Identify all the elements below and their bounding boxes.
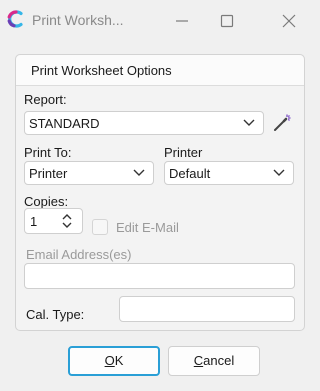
print-to-label: Print To: [24, 145, 72, 160]
minimize-button[interactable] [169, 8, 195, 34]
cal-type-label: Cal. Type: [26, 307, 85, 322]
print-to-select[interactable]: Printer [24, 161, 154, 185]
email-label: Email Address(es) [26, 247, 132, 262]
maximize-icon [220, 14, 234, 28]
app-logo-icon [7, 10, 23, 28]
print-to-value: Printer [29, 166, 68, 181]
report-select[interactable]: STANDARD [24, 111, 264, 135]
close-button[interactable] [276, 8, 302, 34]
report-label: Report: [24, 92, 67, 107]
group-title: Print Worksheet Options [31, 63, 172, 78]
maximize-button[interactable] [214, 8, 240, 34]
ok-label-rest: K [114, 353, 124, 368]
chevron-down-icon [243, 119, 255, 126]
minimize-icon [176, 20, 188, 22]
printer-label: Printer [164, 145, 203, 160]
edit-email-label: Edit E-Mail [116, 220, 179, 235]
report-value: STANDARD [29, 116, 100, 131]
copies-value: 1 [30, 214, 38, 229]
cal-type-field[interactable] [119, 296, 295, 322]
ok-button[interactable]: OK [68, 346, 160, 376]
printer-value: Default [169, 166, 211, 181]
copies-label: Copies: [24, 194, 69, 209]
chevron-down-icon [133, 169, 145, 176]
edit-email-checkbox[interactable] [92, 219, 108, 235]
printer-select[interactable]: Default [164, 161, 294, 185]
cancel-label-rest: ancel [203, 353, 235, 368]
cancel-button[interactable]: Cancel [168, 346, 260, 376]
copies-stepper[interactable]: 1 [24, 208, 83, 234]
group-header: Print Worksheet Options [16, 55, 304, 86]
title-bar: Print Worksh... [0, 0, 320, 40]
window-title: Print Worksh... [32, 12, 124, 28]
magic-wand-icon[interactable] [271, 112, 293, 134]
up-down-arrows-icon[interactable] [62, 213, 72, 229]
cancel-mnemonic: C [193, 353, 204, 368]
email-field[interactable] [24, 263, 295, 289]
chevron-down-icon [273, 169, 285, 176]
close-icon [282, 14, 296, 28]
ok-mnemonic: O [104, 353, 115, 368]
